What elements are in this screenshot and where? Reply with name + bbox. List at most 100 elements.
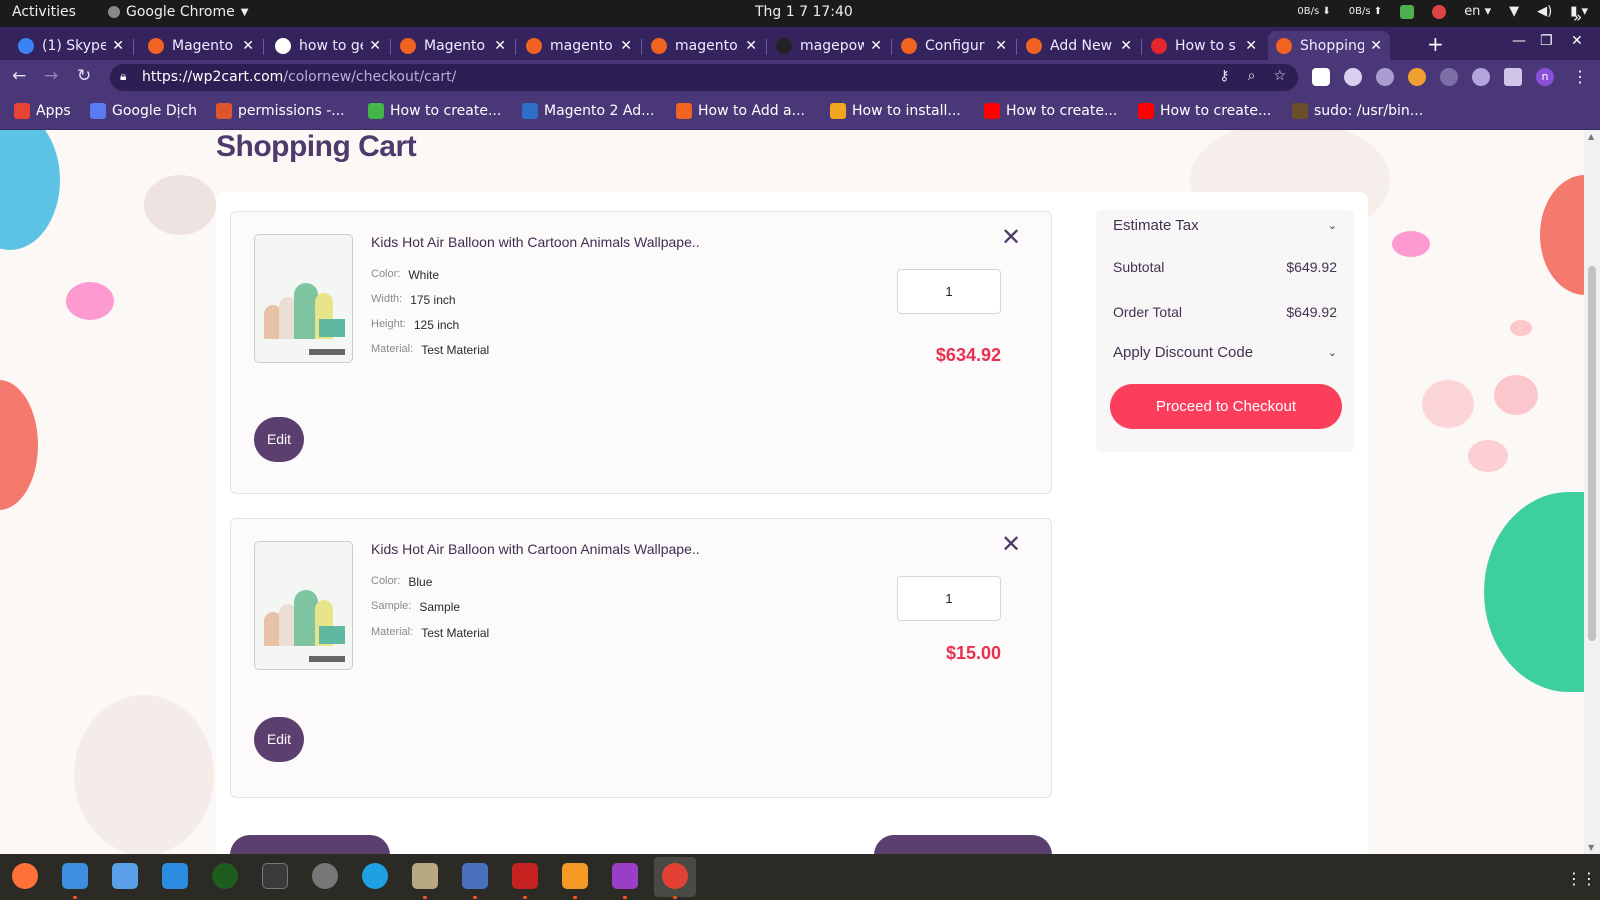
close-tab-icon[interactable]: ✕ xyxy=(242,38,254,54)
product-image[interactable] xyxy=(254,541,353,670)
update-cart-button[interactable] xyxy=(874,835,1052,854)
wifi-icon[interactable]: ▼ xyxy=(1509,4,1519,19)
network-tool-icon[interactable] xyxy=(212,863,238,889)
reload-icon[interactable]: ↻ xyxy=(77,66,91,86)
scroll-down-icon[interactable]: ▼ xyxy=(1588,843,1594,852)
tab-title: magento xyxy=(550,37,613,54)
app-menu[interactable]: Google Chrome ▼ xyxy=(108,4,248,20)
extension-icon-2[interactable] xyxy=(1344,68,1362,86)
close-tab-icon[interactable]: ✕ xyxy=(620,38,632,54)
close-window-icon[interactable]: ✕ xyxy=(1571,33,1583,49)
bookmark-item[interactable]: How to create... xyxy=(984,103,1117,119)
bookmark-item[interactable]: How to Add a... xyxy=(676,103,805,119)
activities-button[interactable]: Activities xyxy=(12,4,76,20)
tab[interactable]: Magento ✕ xyxy=(392,31,514,60)
continue-shopping-button[interactable] xyxy=(230,835,390,854)
remote-desktop-icon[interactable] xyxy=(462,863,488,889)
tab-title: Add New xyxy=(1050,37,1113,54)
filezilla-icon[interactable] xyxy=(512,863,538,889)
option-sample: Sample: Sample xyxy=(371,600,460,614)
tab[interactable]: how to ge ✕ xyxy=(267,31,389,60)
bookmark-item[interactable]: sudo: /usr/bin... xyxy=(1292,103,1423,119)
url-text[interactable]: https://wp2cart.com/colornew/checkout/ca… xyxy=(142,69,456,85)
address-bar[interactable]: 🔒︎ https://wp2cart.com/colornew/checkout… xyxy=(110,64,1298,91)
close-tab-icon[interactable]: ✕ xyxy=(745,38,757,54)
tab[interactable]: (1) Skype ✕ xyxy=(10,31,132,60)
extension-icon-1[interactable] xyxy=(1312,68,1330,86)
screenshot-app-icon[interactable] xyxy=(112,863,138,889)
remove-item-icon[interactable]: ✕ xyxy=(1001,225,1021,249)
edit-button[interactable]: Edit xyxy=(254,417,304,462)
clock[interactable]: Thg 1 7 17:40 xyxy=(755,4,853,20)
extension-icon-3[interactable] xyxy=(1376,68,1394,86)
scrollbar-thumb[interactable] xyxy=(1588,266,1596,641)
scroll-up-icon[interactable]: ▲ xyxy=(1588,132,1594,141)
close-tab-icon[interactable]: ✕ xyxy=(369,38,381,54)
sublime-text-icon[interactable] xyxy=(562,863,588,889)
phpstorm-icon[interactable] xyxy=(612,863,638,889)
tab[interactable]: Add New ✕ xyxy=(1018,31,1140,60)
discount-code-toggle[interactable]: Apply Discount Code ⌄ xyxy=(1113,344,1337,361)
bookmark-item[interactable]: How to create... xyxy=(1138,103,1271,119)
bookmark-item[interactable]: permissions -... xyxy=(216,103,345,119)
product-image[interactable] xyxy=(254,234,353,363)
estimate-tax-toggle[interactable]: Estimate Tax ⌄ xyxy=(1113,217,1337,234)
close-tab-icon[interactable]: ✕ xyxy=(995,38,1007,54)
page-scrollbar[interactable]: ▲ ▼ xyxy=(1584,130,1600,854)
edit-button[interactable]: Edit xyxy=(254,717,304,762)
terminal-icon[interactable] xyxy=(262,863,288,889)
tab[interactable]: Magento ✕ xyxy=(140,31,262,60)
bookmark-item[interactable]: How to create... xyxy=(368,103,501,119)
remove-item-icon[interactable]: ✕ xyxy=(1001,532,1021,556)
close-tab-icon[interactable]: ✕ xyxy=(1245,38,1257,54)
bookmark-item[interactable]: Google Dịch xyxy=(90,103,197,119)
proceed-to-checkout-button[interactable]: Proceed to Checkout xyxy=(1110,384,1342,429)
restore-icon[interactable]: ❐ xyxy=(1540,33,1553,49)
quantity-input[interactable]: 1 xyxy=(897,576,1001,621)
minimize-icon[interactable]: — xyxy=(1512,33,1526,49)
skype-icon[interactable] xyxy=(362,863,388,889)
key-icon[interactable]: ⚷ xyxy=(1219,68,1229,84)
close-tab-icon[interactable]: ✕ xyxy=(112,38,124,54)
product-name[interactable]: Kids Hot Air Balloon with Cartoon Animal… xyxy=(371,234,700,250)
puzzle-icon[interactable] xyxy=(1504,68,1522,86)
tab[interactable]: Configur ✕ xyxy=(893,31,1015,60)
more-bookmarks-icon[interactable]: » xyxy=(1573,8,1582,26)
zoom-icon[interactable]: ⌕ xyxy=(1248,68,1256,84)
firefox-icon[interactable] xyxy=(12,863,38,889)
volume-icon[interactable]: ◀) xyxy=(1537,4,1552,19)
green-tray-icon[interactable] xyxy=(1400,4,1415,19)
settings-icon[interactable] xyxy=(312,863,338,889)
document-editor-icon[interactable] xyxy=(62,863,88,889)
tab[interactable]: How to s ✕ xyxy=(1143,31,1265,60)
tab[interactable]: magento ✕ xyxy=(643,31,765,60)
star-icon[interactable]: ☆ xyxy=(1273,68,1286,84)
bookmark-item[interactable]: Apps xyxy=(14,103,71,119)
profile-avatar[interactable]: n xyxy=(1536,68,1554,86)
bookmark-item[interactable]: How to install... xyxy=(830,103,961,119)
lock-icon[interactable]: 🔒︎ xyxy=(120,69,126,84)
close-tab-icon[interactable]: ✕ xyxy=(870,38,882,54)
chrome-icon[interactable] xyxy=(662,863,688,889)
chrome-tray-icon[interactable] xyxy=(1432,4,1447,19)
extension-icon-6[interactable] xyxy=(1472,68,1490,86)
vscode-icon[interactable] xyxy=(162,863,188,889)
close-tab-icon[interactable]: ✕ xyxy=(1120,38,1132,54)
close-tab-icon[interactable]: ✕ xyxy=(1370,38,1382,54)
tab[interactable]: magento ✕ xyxy=(518,31,640,60)
quantity-input[interactable]: 1 xyxy=(897,269,1001,314)
bookmark-item[interactable]: Magento 2 Ad... xyxy=(522,103,654,119)
new-tab-button[interactable]: + xyxy=(1427,32,1444,56)
show-applications-icon[interactable]: ⋮⋮⋮ xyxy=(1566,869,1600,888)
close-tab-icon[interactable]: ✕ xyxy=(494,38,506,54)
extension-icon-4[interactable] xyxy=(1408,68,1426,86)
tab[interactable]: magepow ✕ xyxy=(768,31,890,60)
language-indicator[interactable]: en ▾ xyxy=(1464,4,1491,19)
gear-extension-icon[interactable] xyxy=(1440,68,1458,86)
chrome-menu-icon[interactable]: ⋮ xyxy=(1572,67,1588,86)
back-icon[interactable]: ← xyxy=(12,66,26,86)
product-name[interactable]: Kids Hot Air Balloon with Cartoon Animal… xyxy=(371,541,700,557)
tab[interactable]: Shopping ✕ xyxy=(1268,31,1390,60)
files-icon[interactable] xyxy=(412,863,438,889)
forward-icon[interactable]: → xyxy=(44,66,58,86)
